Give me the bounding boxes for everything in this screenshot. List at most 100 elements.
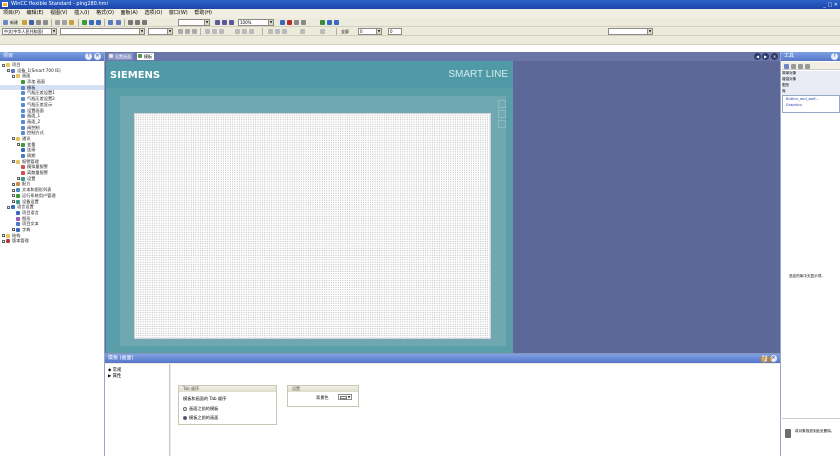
menu-item-edit[interactable]: 编辑(E) <box>27 9 44 18</box>
screen-grid-area[interactable] <box>134 113 491 339</box>
align-center-icon[interactable] <box>212 29 217 34</box>
text-icon[interactable] <box>142 20 147 25</box>
line-width-icon[interactable] <box>301 20 306 25</box>
expand-icon[interactable]: + <box>17 177 21 181</box>
zoom-out-icon[interactable] <box>222 20 227 25</box>
help-icon[interactable]: ? <box>831 53 838 60</box>
cut-icon[interactable] <box>55 20 60 25</box>
new-button-label[interactable]: 新建 <box>10 19 18 26</box>
paste-icon[interactable] <box>69 20 74 25</box>
expand-icon[interactable]: + <box>12 228 16 232</box>
new-icon[interactable] <box>3 20 8 25</box>
expand-icon[interactable]: + <box>12 188 16 192</box>
offset-field[interactable]: 0 <box>388 28 402 35</box>
underline-icon[interactable] <box>192 29 197 34</box>
scroll-left-icon[interactable]: ◀ <box>754 53 761 60</box>
expand-icon[interactable]: + <box>2 234 6 238</box>
transfer-icon[interactable] <box>89 20 94 25</box>
back-icon[interactable] <box>275 29 280 34</box>
collapse-icon[interactable]: - <box>2 63 5 67</box>
help-icon[interactable] <box>320 20 325 25</box>
tools-group-library[interactable]: 库 <box>782 89 840 95</box>
collapse-icon[interactable]: - <box>7 205 10 209</box>
tools-group-simple-objects[interactable]: 简单对象 <box>782 71 840 77</box>
collapse-icon[interactable]: - <box>12 160 15 164</box>
copy-icon[interactable] <box>62 20 67 25</box>
same-width-icon[interactable] <box>249 29 254 34</box>
zoom-in-icon[interactable] <box>215 20 220 25</box>
info-icon[interactable] <box>334 20 339 25</box>
bgcolor-picker[interactable]: ▼ <box>338 394 352 400</box>
compile-icon[interactable] <box>82 20 87 25</box>
fill-color-icon[interactable] <box>280 20 285 25</box>
front-icon[interactable] <box>268 29 273 34</box>
expand-icon[interactable]: + <box>2 239 6 243</box>
expand-icon[interactable]: + <box>17 143 21 147</box>
tools-group-enhanced-objects[interactable]: 增强对象 <box>782 77 840 83</box>
collapse-icon[interactable]: - <box>12 74 15 78</box>
collapse-icon[interactable]: - <box>7 69 10 73</box>
font-size-combo[interactable]: ▼ <box>148 28 173 35</box>
close-editor-icon[interactable]: ✕ <box>771 53 778 60</box>
style-combo[interactable]: ▼ <box>608 28 653 35</box>
menu-item-format[interactable]: 格式(O) <box>96 9 114 18</box>
pointer-icon[interactable] <box>784 64 789 69</box>
align-left-icon[interactable] <box>205 29 210 34</box>
align-right-icon[interactable] <box>219 29 224 34</box>
distribute-icon[interactable] <box>235 29 240 34</box>
expand-icon[interactable]: + <box>12 194 16 198</box>
menu-item-window[interactable]: 窗口(W) <box>169 9 188 18</box>
align-icon[interactable] <box>108 20 113 25</box>
library-item-graphics[interactable]: Graphics <box>783 103 840 109</box>
undo-icon[interactable] <box>36 20 41 25</box>
rotate-icon[interactable] <box>282 29 287 34</box>
radio-icon[interactable] <box>183 416 187 420</box>
zoom-combo[interactable]: 100% ▼ <box>238 19 274 26</box>
bold-icon[interactable] <box>178 29 183 34</box>
option-template-first[interactable]: 画面之前的模板 <box>183 406 218 412</box>
tab-settings-screen[interactable]: 设置画面 <box>108 53 133 60</box>
menu-item-options[interactable]: 选项(O) <box>144 9 162 18</box>
scroll-right-icon[interactable]: ▶ <box>762 53 769 60</box>
layer-combo[interactable]: ▼ <box>178 19 210 26</box>
same-size-icon[interactable] <box>242 29 247 34</box>
find-icon[interactable] <box>128 20 133 25</box>
option-screen-first[interactable]: 模板之前的画面 <box>183 415 218 421</box>
language-combo[interactable]: 中文(中华人民共和国) ▼ <box>2 28 57 35</box>
menu-item-project[interactable]: 项目(P) <box>3 9 20 18</box>
line-style-icon[interactable] <box>294 20 299 25</box>
delete-drop-zone[interactable]: 将对象拖放到此处删除。 <box>782 418 840 454</box>
fullscreen-label[interactable]: 全屏 <box>341 28 349 35</box>
collapse-icon[interactable]: - <box>12 137 15 141</box>
object-combo[interactable]: ▼ <box>60 28 145 35</box>
redo-icon[interactable] <box>43 20 48 25</box>
tools-group-graphics[interactable]: 图形 <box>782 83 840 89</box>
help-icon[interactable]: ? <box>85 53 92 60</box>
group-icon[interactable] <box>116 20 121 25</box>
open-icon[interactable] <box>22 20 27 25</box>
library-item-buttons[interactable]: Button_and_swit... <box>783 97 840 103</box>
expand-icon[interactable]: + <box>12 200 16 204</box>
zoom-area-icon[interactable] <box>229 20 234 25</box>
whats-this-icon[interactable] <box>327 20 332 25</box>
tree-item[interactable]: + 版本管理 <box>0 238 104 244</box>
tab-template[interactable]: 模板 <box>137 53 154 60</box>
coord-combo[interactable]: 0 ▼ <box>358 28 382 35</box>
menu-item-view[interactable]: 视图(V) <box>50 9 67 18</box>
expand-icon[interactable]: + <box>12 182 16 186</box>
radio-icon[interactable] <box>183 407 187 411</box>
nav-properties[interactable]: ▶ 属性 <box>108 373 121 379</box>
line-color-icon[interactable] <box>287 20 292 25</box>
save-icon[interactable] <box>29 20 34 25</box>
flip-icon[interactable] <box>300 29 305 34</box>
replace-icon[interactable] <box>135 20 140 25</box>
close-icon[interactable]: ✕ <box>94 53 101 60</box>
menu-item-panel[interactable]: 面板(A) <box>121 9 138 18</box>
text-tool-icon[interactable] <box>805 64 810 69</box>
menu-item-insert[interactable]: 插入(I) <box>74 9 89 18</box>
line-tool-icon[interactable] <box>791 64 796 69</box>
shape-tool-icon[interactable] <box>798 64 803 69</box>
menu-item-help[interactable]: 帮助(H) <box>194 9 212 18</box>
italic-icon[interactable] <box>185 29 190 34</box>
runtime-icon[interactable] <box>96 20 101 25</box>
